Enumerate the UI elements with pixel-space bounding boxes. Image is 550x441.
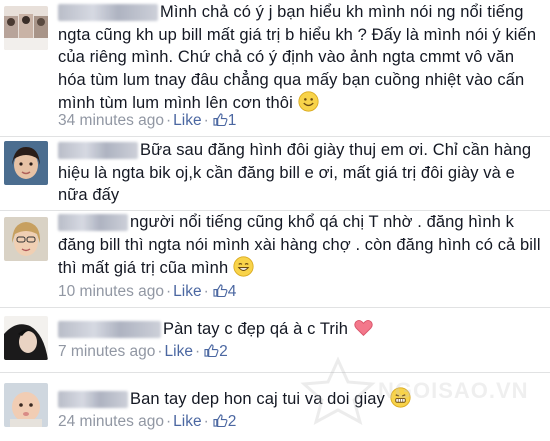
comment-1: Mình chả có ý j bạn hiểu kh mình nói ng … [0, 0, 550, 136]
grimace-emoji-icon [389, 387, 411, 408]
comment-timestamp[interactable]: 7 minutes ago [58, 343, 155, 360]
like-count[interactable]: 1 [228, 112, 237, 129]
like-count[interactable]: 4 [228, 283, 237, 300]
thumbs-up-icon [213, 414, 228, 427]
commenter-avatar[interactable] [4, 141, 48, 185]
heart-emoji-icon [354, 319, 373, 337]
comment-2: Bữa sau đăng hình đôi giày thuj em ơi. C… [0, 136, 550, 210]
like-button[interactable]: Like [173, 283, 201, 300]
thumbs-up-icon [213, 284, 228, 297]
comment-meta: 24 minutes ago · Like · 2 [58, 413, 237, 430]
comment-text: người nổi tiếng cũng khổ qá chị T nhờ . … [58, 213, 541, 277]
commenter-name[interactable] [58, 391, 128, 409]
commenter-name[interactable] [58, 142, 138, 160]
like-button[interactable]: Like [165, 343, 193, 360]
commenter-avatar[interactable] [4, 6, 48, 50]
comment-body: Mình chả có ý j bạn hiểu kh mình nói ng … [58, 1, 544, 115]
like-button[interactable]: Like [173, 112, 201, 129]
commenter-avatar[interactable] [4, 217, 48, 261]
commenter-name[interactable] [58, 321, 161, 339]
thumbs-up-icon [213, 113, 228, 126]
thumbs-up-icon [204, 344, 219, 357]
avatar-image [4, 383, 48, 427]
avatar-image [4, 6, 48, 50]
comment-5: Ban tay dep hon caj tui va doi giay 24 m… [0, 372, 550, 441]
like-button[interactable]: Like [173, 413, 201, 430]
commenter-name[interactable] [58, 214, 128, 232]
avatar-image [4, 141, 48, 185]
grin-emoji-icon [233, 256, 254, 277]
comment-timestamp[interactable]: 24 minutes ago [58, 413, 164, 430]
smile-emoji-icon [297, 91, 319, 112]
avatar-image [4, 217, 48, 261]
like-count[interactable]: 2 [228, 413, 237, 430]
commenter-name[interactable] [58, 4, 158, 22]
comment-3: người nổi tiếng cũng khổ qá chị T nhờ . … [0, 210, 550, 307]
comment-meta: 10 minutes ago · Like · 4 [58, 283, 237, 300]
comment-text: Pàn tay c đẹp qá à c Trih [163, 320, 349, 338]
comment-body: Ban tay dep hon caj tui va doi giay [58, 387, 544, 411]
avatar-image [4, 316, 48, 360]
comment-timestamp[interactable]: 34 minutes ago [58, 112, 164, 129]
comment-body: người nổi tiếng cũng khổ qá chị T nhờ . … [58, 211, 544, 280]
commenter-avatar[interactable] [4, 316, 48, 360]
commenter-avatar[interactable] [4, 383, 48, 427]
comment-body: Pàn tay c đẹp qá à c Trih [58, 317, 544, 341]
comment-body: Bữa sau đăng hình đôi giày thuj em ơi. C… [58, 139, 544, 207]
like-count[interactable]: 2 [219, 343, 228, 360]
comment-text: Ban tay dep hon caj tui va doi giay [130, 390, 385, 408]
comment-meta: 34 minutes ago · Like · 1 [58, 112, 237, 129]
comment-4: Pàn tay c đẹp qá à c Trih 7 minutes ago ·… [0, 307, 550, 372]
comment-timestamp[interactable]: 10 minutes ago [58, 283, 164, 300]
comment-meta: 7 minutes ago · Like · 2 [58, 343, 228, 360]
